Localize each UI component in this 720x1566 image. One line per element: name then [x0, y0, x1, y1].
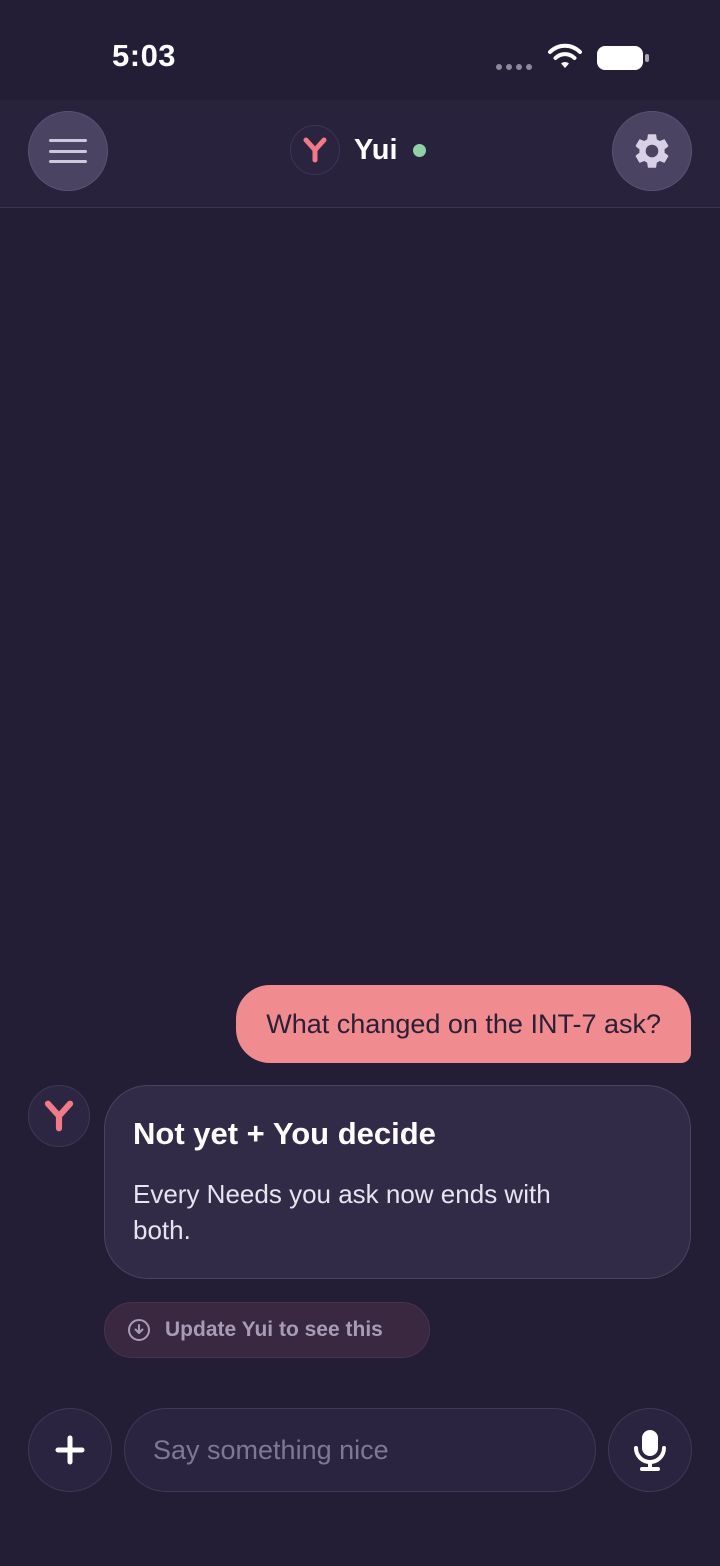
settings-button[interactable]: [612, 111, 692, 191]
battery-icon: [597, 46, 649, 70]
voice-input-button[interactable]: [608, 1408, 692, 1492]
assistant-message-body: Every Needs you ask now ends with both.: [133, 1179, 551, 1245]
download-circle-icon: [128, 1319, 150, 1341]
message-input[interactable]: [124, 1408, 596, 1492]
assistant-identity: Yui: [290, 125, 426, 175]
assistant-message-title: Not yet + You decide: [133, 1116, 436, 1151]
chat-screen: 5:03 Yui What changed on the INT-7 ask? …: [0, 0, 720, 1566]
user-message-bubble: What changed on the INT-7 ask?: [236, 985, 691, 1063]
microphone-icon: [634, 1430, 666, 1471]
status-bar: 5:03: [0, 0, 720, 100]
assistant-message-bubble: Not yet + You decide Every Needs you ask…: [104, 1085, 691, 1279]
signal-dots-icon: [496, 64, 532, 70]
status-time: 5:03: [112, 38, 177, 73]
wifi-icon: [548, 43, 582, 68]
menu-button[interactable]: [28, 111, 108, 191]
assistant-message-avatar: [28, 1085, 90, 1147]
chat-header: Yui: [0, 100, 720, 208]
user-message-text: What changed on the INT-7 ask?: [266, 1008, 661, 1039]
assistant-name: Yui: [354, 133, 398, 166]
online-status-dot: [412, 143, 426, 157]
gear-icon: [635, 134, 669, 168]
assistant-avatar: [290, 125, 340, 175]
plus-icon: [55, 1435, 85, 1465]
add-attachment-button[interactable]: [28, 1408, 112, 1492]
yui-logo-icon: [44, 1100, 74, 1132]
yui-logo-icon: [303, 137, 327, 163]
update-app-label: Update Yui to see this: [165, 1318, 383, 1341]
update-app-chip[interactable]: Update Yui to see this: [104, 1302, 430, 1358]
hamburger-icon: [49, 139, 87, 163]
